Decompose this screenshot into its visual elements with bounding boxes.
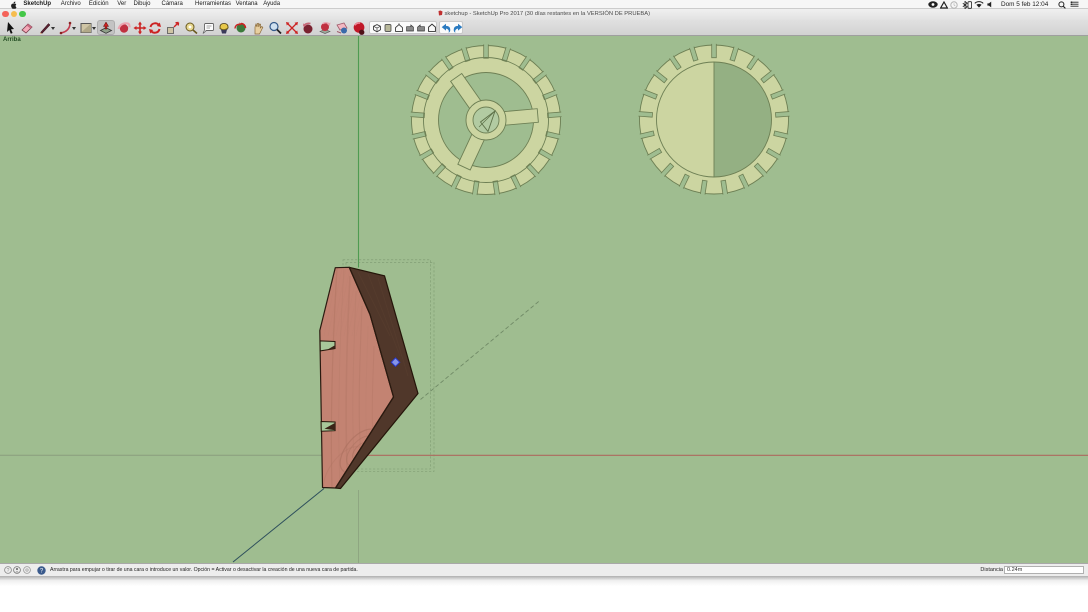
svg-text:?: ? — [6, 568, 9, 574]
